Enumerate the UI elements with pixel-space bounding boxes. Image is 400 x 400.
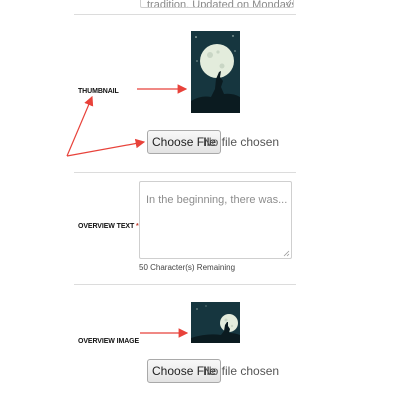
overview-image-preview [191,302,240,343]
thumbnail-preview-image [191,31,240,113]
resize-grip-icon[interactable] [285,0,292,6]
overview-text-label: OVERVIEW TEXT * [78,223,139,230]
textarea-value: tradition. Updated on Mondays. [147,0,294,8]
overview-text-label-text: OVERVIEW TEXT [78,223,135,230]
howling-wolf-moon-icon [191,302,240,343]
annotation-arrow [66,138,146,157]
overview-image-label: OVERVIEW IMAGE [78,338,140,345]
annotation-arrow [66,95,94,157]
overview-image-file-status: No file chosen [203,364,280,378]
section-divider [74,172,296,173]
howling-wolf-moon-icon [191,31,240,113]
thumbnail-file-status: No file chosen [203,135,280,149]
section-divider [74,284,296,285]
overview-text-placeholder: In the beginning, there was... [146,194,288,206]
series-description-textarea[interactable]: tradition. Updated on Mondays. [140,0,294,8]
thumbnail-label: THUMBNAIL [78,88,119,95]
overview-text-input[interactable]: In the beginning, there was... [139,181,292,259]
section-divider [74,14,296,15]
character-count-remaining: 50 Character(s) Remaining [139,263,236,272]
resize-grip-icon[interactable] [283,250,290,257]
